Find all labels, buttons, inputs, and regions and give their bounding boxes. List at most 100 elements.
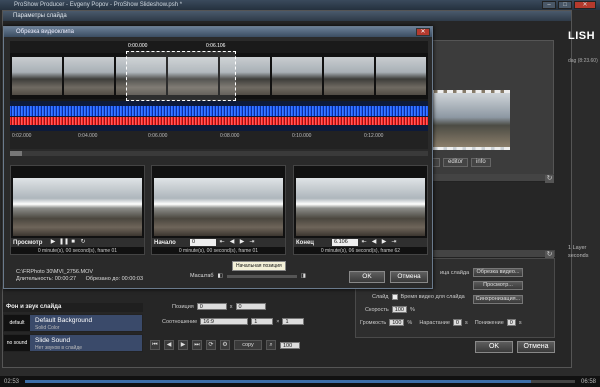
jump-end-icon[interactable]: ⇥ <box>248 239 256 246</box>
end-panel: Конец 6.106 ⇤ ◀ ▶ ⇥ 0 minute(s), 06 seco… <box>293 165 428 255</box>
prev-icon[interactable]: ◀ <box>164 340 174 350</box>
slide-ok-button[interactable]: OK <box>475 341 513 353</box>
zoom-slider[interactable] <box>226 274 297 278</box>
waveform-right-channel <box>10 117 428 125</box>
trim-cancel-button[interactable]: Отмена <box>390 271 428 283</box>
set-start-icon[interactable]: ⇤ <box>218 239 226 246</box>
ratio-row: Соотношение 16:9 1 × 1 <box>162 318 305 325</box>
play-icon[interactable]: ▶ <box>178 340 188 350</box>
speed-field[interactable]: 100 <box>391 306 407 313</box>
end-field[interactable]: 6.106 <box>332 239 358 246</box>
film-frame <box>272 57 322 95</box>
timeline-scrollbar[interactable] <box>10 151 428 156</box>
film-frame <box>64 57 114 95</box>
start-field[interactable]: 0 <box>190 239 216 246</box>
fade-in-field[interactable]: 0 <box>452 319 462 326</box>
set-end-icon[interactable]: ⇤ <box>360 239 368 246</box>
editor-button[interactable]: editor <box>443 158 469 167</box>
refresh-icon[interactable]: ↻ <box>545 175 554 183</box>
start-panel: Начало 0 ⇤ ◀ ▶ ⇥ 0 minute(s), 00 second(… <box>151 165 286 255</box>
preview-panels: Просмотр ▶ ❚❚ ■ ↻ 0 minute(s), 00 second… <box>10 165 428 260</box>
volume-row: Громкость 100 % Нарастание 0 s Понижение… <box>360 319 522 326</box>
show-progress-fill <box>25 380 531 383</box>
end-controls: Конец 6.106 ⇤ ◀ ▶ ⇥ <box>294 238 427 247</box>
play-icon[interactable]: ▶ <box>49 239 57 246</box>
ratio-b-field[interactable]: 1 <box>282 318 305 325</box>
checkbox-label: Время видео для слайда <box>400 294 465 300</box>
minimize-icon[interactable]: – <box>542 1 556 9</box>
info-button[interactable]: info <box>471 158 491 167</box>
ruler-tick: 0:08.000 <box>220 133 240 139</box>
speed-unit: % <box>409 306 415 313</box>
fade-out-label: Понижение <box>474 319 504 326</box>
trim-ok-button[interactable]: OK <box>349 271 385 283</box>
step-forward-icon[interactable]: ▶ <box>238 239 246 246</box>
stop-icon[interactable]: ■ <box>69 239 77 246</box>
fade-in-unit: s <box>464 319 468 326</box>
slide-cancel-button[interactable]: Отмена <box>517 341 555 353</box>
settings-icon[interactable]: ⚙ <box>220 340 230 350</box>
file-path: C:\FRPhoto 30\MVI_2756.MOV <box>16 269 94 275</box>
zoom-icon[interactable]: ⌕ <box>266 340 276 350</box>
video-time-checkbox[interactable] <box>391 294 398 300</box>
bg-sound-header: Фон и звук слайда <box>3 303 143 312</box>
close-icon[interactable]: ✕ <box>574 1 596 9</box>
duration-label: Длительность: 00:00:27 <box>16 276 77 282</box>
step-forward-icon[interactable]: ▶ <box>380 239 388 246</box>
layer-thumbnail[interactable] <box>428 90 510 150</box>
end-frame <box>296 178 425 236</box>
ratio-a-field[interactable]: 1 <box>251 318 274 325</box>
position-y-field[interactable]: 0 <box>235 303 266 310</box>
volume-field[interactable]: 100 <box>389 319 405 326</box>
preview-controls: Просмотр ▶ ❚❚ ■ ↻ <box>11 238 144 247</box>
show-progress-track[interactable] <box>25 380 575 383</box>
trim-close-icon[interactable]: ✕ <box>416 28 430 36</box>
zoom-in-icon[interactable]: ◨ <box>301 273 306 279</box>
scrollbar-knob[interactable] <box>10 151 22 156</box>
audio-waveform <box>10 101 428 131</box>
slide-dialog-title: Параметры слайда <box>3 11 571 21</box>
jump-end-icon[interactable]: ⇥ <box>390 239 398 246</box>
preview-button[interactable]: Просмотр... <box>473 281 523 290</box>
app-status-bar: 02:53 06:58 <box>0 376 600 387</box>
fade-out-field[interactable]: 0 <box>506 319 516 326</box>
step-back-icon[interactable]: ◀ <box>370 239 378 246</box>
brand-text: LISH <box>568 30 596 42</box>
window-controls: – □ ✕ <box>542 1 596 9</box>
trim-selection[interactable] <box>126 51 236 101</box>
selection-start-label: 0:00.000 <box>128 43 148 49</box>
ratio-select[interactable]: 16:9 <box>200 318 249 325</box>
background-sub: Solid Color <box>35 325 60 331</box>
sync-button[interactable]: Синхронизация... <box>473 295 523 304</box>
app-title: ProShow Producer - Evgeny Popov - ProSho… <box>14 2 183 8</box>
step-back-icon[interactable]: ◀ <box>228 239 236 246</box>
position-x-field[interactable]: 0 <box>196 303 227 310</box>
sound-sub: Нет звуков в слайде <box>35 345 83 351</box>
preview-label: Просмотр <box>13 239 43 246</box>
trim-timeline[interactable]: 0:00.000 0:06.106 0:02.000 0:04.000 0:06… <box>10 41 428 149</box>
zoom-label: Масштаб <box>190 273 214 279</box>
rotate-icon[interactable]: ⟳ <box>206 340 216 350</box>
zoom-out-icon[interactable]: ◧ <box>218 273 223 279</box>
app-titlebar: ProShow Producer - Evgeny Popov - ProSho… <box>0 0 600 10</box>
layer-info: 1 Layer seconds <box>568 244 589 260</box>
right-panel-header <box>432 174 554 182</box>
end-label: Конец <box>296 239 314 246</box>
trim-video-button[interactable]: Обрезка видео... <box>473 268 523 277</box>
maximize-icon[interactable]: □ <box>558 1 572 9</box>
background-item[interactable]: default Default Background Solid Color <box>3 314 143 332</box>
pause-icon[interactable]: ❚❚ <box>59 239 69 246</box>
first-icon[interactable]: ⏮ <box>150 340 160 350</box>
zoom-field[interactable]: 100 <box>280 341 300 349</box>
selection-end-label: 0:06.106 <box>206 43 226 49</box>
speed-row: Скорость 100 % <box>365 306 415 313</box>
trim-dialog-titlebar: Обрезка видеоклипа ✕ <box>4 27 432 37</box>
next-icon[interactable]: ⏭ <box>192 340 202 350</box>
film-frame <box>376 57 426 95</box>
preview-frame <box>13 178 142 236</box>
loop-icon[interactable]: ↻ <box>79 239 87 246</box>
fade-out-unit: s <box>518 319 522 326</box>
ruler-tick: 0:04.000 <box>78 133 98 139</box>
sound-item[interactable]: no sound Slide Sound Нет звуков в слайде <box>3 334 143 352</box>
copy-button[interactable]: copy <box>234 340 262 350</box>
